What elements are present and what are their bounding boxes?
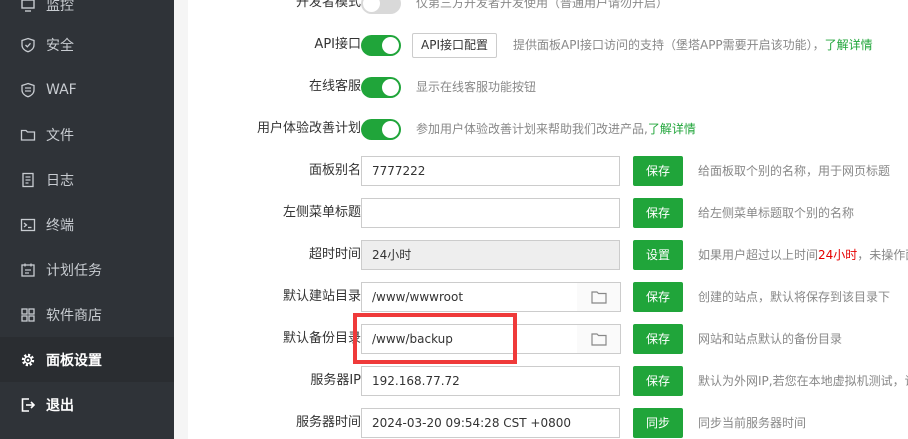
learn-more-link[interactable]: 了解详情: [648, 122, 696, 136]
save-button[interactable]: 保存: [633, 282, 683, 312]
save-button[interactable]: 保存: [633, 324, 683, 354]
timeout-desc-before: 如果用户超过以上时间: [698, 248, 819, 262]
setting-description: 创建的站点，默认将保存到该目录下: [698, 290, 891, 304]
folder-picker-button[interactable]: [577, 324, 621, 354]
setting-row-online-service: 在线客服 显示在线客服功能按钮: [174, 70, 908, 104]
setting-description: 同步当前服务器时间: [698, 416, 807, 430]
menu-title-input[interactable]: [361, 198, 620, 228]
set-button[interactable]: 设置: [633, 240, 683, 270]
site-dir-input[interactable]: /www/wwwroot: [361, 282, 578, 312]
sidebar-item-terminal[interactable]: 终端: [0, 202, 174, 247]
dev-mode-toggle[interactable]: [361, 0, 401, 14]
sidebar-item-label: 退出: [46, 397, 74, 414]
api-config-button[interactable]: API接口配置: [412, 33, 497, 58]
sidebar-item-cron[interactable]: 计划任务: [0, 247, 174, 292]
setting-label: 开发者模式: [295, 0, 361, 10]
setting-label: 面板别名: [308, 163, 361, 178]
server-ip-input[interactable]: 192.168.77.72: [361, 366, 620, 396]
folder-icon: [590, 291, 607, 304]
sidebar: 监控 安全 WAF 文件 日志 终端 计划任务 软件商店 面板设置 退出: [0, 0, 174, 439]
log-icon: [20, 172, 36, 188]
panel-alias-input[interactable]: 7777222: [361, 156, 620, 186]
setting-row-api: API接口 API接口配置 提供面板API接口访问的支持（堡塔APP需要开启该功…: [174, 28, 908, 62]
main-content: 开发者模式 仅第三方开发者开发使用（普通用户请勿开启） API接口 API接口配…: [174, 0, 908, 439]
setting-row-dev-mode: 开发者模式 仅第三方开发者开发使用（普通用户请勿开启）: [174, 0, 908, 20]
terminal-icon: [20, 217, 36, 233]
save-button[interactable]: 保存: [633, 198, 683, 228]
sidebar-item-label: 日志: [46, 172, 74, 189]
ux-desc-text: 参加用户体验改善计划来帮助我们改进产品,: [416, 122, 648, 136]
setting-description: 显示在线客服功能按钮: [416, 80, 537, 94]
setting-row-server-time: 服务器时间 2024-03-20 09:54:28 CST +0800 同步 同…: [174, 406, 908, 439]
grid-icon: [20, 307, 36, 323]
sidebar-item-label: WAF: [46, 81, 77, 98]
backup-dir-input[interactable]: /www/backup: [361, 324, 578, 354]
setting-label: 服务器IP: [310, 373, 361, 388]
learn-more-link[interactable]: 了解详情: [825, 38, 873, 52]
sidebar-item-panel-settings[interactable]: 面板设置: [0, 337, 174, 382]
setting-label: 左侧菜单标题: [282, 205, 361, 220]
setting-description: 提供面板API接口访问的支持（堡塔APP需要开启该功能），了解详情: [513, 28, 873, 62]
folder-icon: [20, 127, 36, 143]
api-desc-text: 提供面板API接口访问的支持（堡塔APP需要开启该功能），: [513, 38, 825, 52]
setting-label: 服务器时间: [295, 415, 361, 430]
timeout-desc-highlight: 24小时: [818, 248, 858, 262]
setting-description: 给左侧菜单标题取个别的名称: [698, 206, 855, 220]
setting-description: 仅第三方开发者开发使用（普通用户请勿开启）: [416, 0, 669, 10]
timeout-desc-after: ，未操作面: [857, 248, 908, 262]
calendar-icon: [20, 262, 36, 278]
waf-shield-icon: [20, 82, 36, 98]
folder-picker-button[interactable]: [577, 282, 621, 312]
sidebar-item-files[interactable]: 文件: [0, 112, 174, 157]
setting-description: 如果用户超过以上时间24小时，未操作面: [698, 238, 908, 272]
setting-label: 用户体验改善计划: [256, 121, 361, 136]
setting-label: API接口: [314, 37, 361, 52]
server-time-input[interactable]: 2024-03-20 09:54:28 CST +0800: [361, 408, 620, 438]
timeout-input: 24小时: [361, 240, 620, 270]
setting-label: 默认备份目录: [282, 331, 361, 346]
setting-row-timeout: 超时时间 24小时 设置 如果用户超过以上时间24小时，未操作面: [174, 238, 908, 272]
sidebar-item-label: 监控: [46, 0, 74, 14]
sidebar-item-label: 文件: [46, 127, 74, 144]
monitor-icon: [20, 0, 36, 13]
setting-label: 超时时间: [308, 247, 361, 262]
online-service-toggle[interactable]: [361, 77, 401, 98]
folder-icon: [590, 333, 607, 346]
shield-icon: [20, 37, 36, 53]
sidebar-item-label: 终端: [46, 217, 74, 234]
setting-label: 默认建站目录: [282, 289, 361, 304]
sidebar-item-store[interactable]: 软件商店: [0, 292, 174, 337]
setting-description: 网站和站点默认的备份目录: [698, 332, 843, 346]
save-button[interactable]: 保存: [633, 156, 683, 186]
setting-label: 在线客服: [308, 79, 361, 94]
setting-row-panel-alias: 面板别名 7777222 保存 给面板取个别的名称，用于网页标题: [174, 154, 908, 188]
setting-description: 给面板取个别的名称，用于网页标题: [698, 164, 891, 178]
setting-description: 参加用户体验改善计划来帮助我们改进产品,了解详情: [416, 112, 696, 146]
api-toggle[interactable]: [361, 35, 401, 56]
setting-row-site-dir: 默认建站目录 /www/wwwroot 保存 创建的站点，默认将保存到该目录下: [174, 280, 908, 314]
gear-icon: [20, 352, 36, 368]
save-button[interactable]: 保存: [633, 366, 683, 396]
sidebar-item-logs[interactable]: 日志: [0, 157, 174, 202]
logout-icon: [20, 397, 36, 413]
sidebar-item-logout[interactable]: 退出: [0, 382, 174, 427]
sync-button[interactable]: 同步: [633, 408, 683, 438]
sidebar-item-label: 软件商店: [46, 307, 102, 324]
sidebar-item-waf[interactable]: WAF: [0, 67, 174, 112]
sidebar-item-label: 面板设置: [46, 352, 102, 369]
setting-row-backup-dir: 默认备份目录 /www/backup 保存 网站和站点默认的备份目录: [174, 322, 908, 356]
sidebar-item-label: 计划任务: [46, 262, 102, 279]
setting-row-ux-plan: 用户体验改善计划 参加用户体验改善计划来帮助我们改进产品,了解详情: [174, 112, 908, 146]
sidebar-item-label: 安全: [46, 37, 74, 54]
setting-row-menu-title: 左侧菜单标题 保存 给左侧菜单标题取个别的名称: [174, 196, 908, 230]
ux-plan-toggle[interactable]: [361, 119, 401, 140]
setting-row-server-ip: 服务器IP 192.168.77.72 保存 默认为外网IP,若您在本地虚拟机测…: [174, 364, 908, 398]
setting-description: 默认为外网IP,若您在本地虚拟机测试，请: [698, 374, 908, 388]
sidebar-item-security[interactable]: 安全: [0, 22, 174, 67]
